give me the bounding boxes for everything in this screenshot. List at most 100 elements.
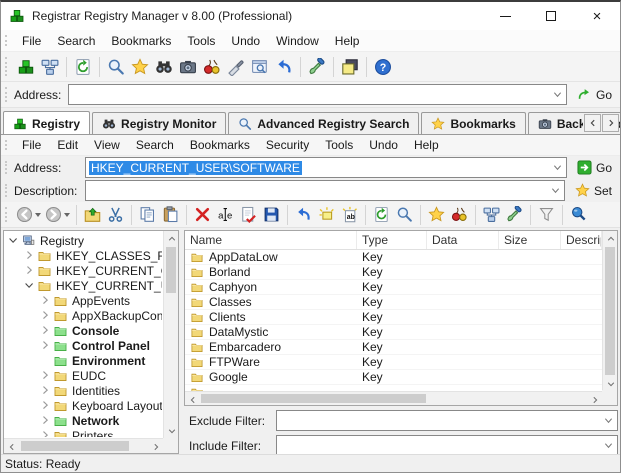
tree-item[interactable]: Console — [6, 323, 162, 338]
scrollbar-thumb[interactable] — [201, 394, 426, 403]
table-row[interactable]: FTPWareKey — [185, 355, 602, 370]
collapse-chevron-icon[interactable] — [7, 234, 20, 247]
main-go-button[interactable]: Go — [574, 87, 615, 102]
chevron-down-icon[interactable] — [600, 441, 617, 450]
expand-chevron-icon[interactable] — [39, 324, 52, 337]
registry-menu-edit[interactable]: Edit — [49, 135, 86, 155]
tree-item[interactable]: Network — [6, 413, 162, 428]
tree-item[interactable]: HKEY_CURRENT_USER — [6, 278, 162, 293]
filter-button[interactable] — [535, 204, 558, 226]
refresh-button[interactable] — [71, 55, 95, 79]
expand-chevron-icon[interactable] — [39, 429, 52, 437]
exclude-filter-combobox[interactable] — [276, 410, 618, 431]
expand-chevron-icon[interactable] — [39, 414, 52, 427]
toolbar-gripper[interactable] — [5, 207, 7, 222]
menu-undo[interactable]: Undo — [223, 30, 268, 51]
search-button[interactable] — [393, 204, 416, 226]
table-vertical-scrollbar[interactable] — [602, 231, 617, 391]
description-combobox[interactable] — [85, 180, 565, 201]
chevron-down-icon[interactable] — [549, 90, 566, 99]
registry-menu-tools[interactable]: Tools — [317, 135, 361, 155]
save-button[interactable] — [260, 204, 283, 226]
chevron-down-icon[interactable] — [549, 163, 566, 172]
tree-item[interactable]: HKEY_CLASSES_ROOT — [6, 248, 162, 263]
set-description-button[interactable]: Set — [572, 183, 615, 198]
registry-monitor-button[interactable] — [152, 55, 176, 79]
tree-horizontal-scrollbar[interactable] — [4, 438, 163, 453]
menu-search[interactable]: Search — [49, 30, 103, 51]
expand-chevron-icon[interactable] — [39, 369, 52, 382]
scroll-up-icon[interactable] — [603, 231, 618, 246]
registry-menu-search[interactable]: Search — [128, 135, 182, 155]
remote-tools-button[interactable] — [503, 204, 526, 226]
cut-button[interactable] — [104, 204, 127, 226]
include-filter-combobox[interactable] — [276, 435, 618, 456]
main-address-combobox[interactable] — [68, 84, 567, 105]
copy-button[interactable] — [136, 204, 159, 226]
pin-button[interactable] — [567, 204, 590, 226]
close-button[interactable]: × — [574, 2, 620, 30]
table-row[interactable]: ClassesKey — [185, 295, 602, 310]
scroll-down-icon[interactable] — [603, 376, 618, 391]
toolbar-gripper[interactable] — [5, 140, 7, 150]
tree-item[interactable]: AppXBackupContentTypes — [6, 308, 162, 323]
tree-item[interactable]: Environment — [6, 353, 162, 368]
tree-item[interactable]: Keyboard Layout — [6, 398, 162, 413]
rename-button[interactable]: ae — [214, 204, 237, 226]
table-row[interactable]: GoogleKey — [185, 370, 602, 385]
forward-button[interactable] — [43, 204, 72, 226]
column-header-description[interactable]: Description — [561, 231, 602, 249]
tree-item[interactable]: Registry — [6, 233, 162, 248]
undo-button[interactable] — [272, 55, 296, 79]
table-row[interactable]: CaphyonKey — [185, 280, 602, 295]
backup-button[interactable] — [176, 55, 200, 79]
table-row[interactable]: AppDataLowKey — [185, 250, 602, 265]
network-button[interactable] — [480, 204, 503, 226]
table-row[interactable]: ClientsKey — [185, 310, 602, 325]
new-value-button[interactable]: ab — [338, 204, 361, 226]
tab-scroll-right-icon[interactable] — [602, 114, 619, 132]
toolbar-gripper[interactable] — [5, 161, 7, 174]
tree-item[interactable]: Control Panel — [6, 338, 162, 353]
scroll-down-icon[interactable] — [164, 423, 179, 438]
tab-registry[interactable]: Registry — [3, 111, 90, 135]
expand-chevron-icon[interactable] — [39, 399, 52, 412]
search-preview-button[interactable] — [248, 55, 272, 79]
scroll-right-icon[interactable] — [587, 392, 602, 406]
tab-bookmarks[interactable]: Bookmarks — [421, 112, 525, 134]
scroll-up-icon[interactable] — [164, 231, 179, 246]
tab-scroll-left-icon[interactable] — [584, 114, 601, 132]
table-row[interactable]: BorlandKey — [185, 265, 602, 280]
table-horizontal-scrollbar[interactable] — [185, 391, 602, 405]
search-button[interactable] — [104, 55, 128, 79]
table-row[interactable]: DataMysticKey — [185, 325, 602, 340]
toolbar-gripper[interactable] — [5, 87, 7, 102]
registry-editor-button[interactable] — [14, 55, 38, 79]
registry-menu-view[interactable]: View — [86, 135, 128, 155]
registry-go-button[interactable]: Go — [574, 160, 615, 175]
tree-item[interactable]: HKEY_CURRENT_CONFIG — [6, 263, 162, 278]
column-header-type[interactable]: Type — [357, 231, 427, 249]
tree-item[interactable]: Identities — [6, 383, 162, 398]
tree-item[interactable]: AppEvents — [6, 293, 162, 308]
add-bookmark-button[interactable] — [425, 204, 448, 226]
windows-button[interactable] — [338, 55, 362, 79]
remote-tools-button[interactable] — [305, 55, 329, 79]
tab-advanced-registry-search[interactable]: Advanced Registry Search — [228, 112, 419, 134]
toolbar-gripper[interactable] — [5, 57, 7, 76]
scroll-left-icon[interactable] — [185, 392, 200, 406]
menu-tools[interactable]: Tools — [179, 30, 223, 51]
tree-item[interactable]: Printers — [6, 428, 162, 437]
undo-button[interactable] — [292, 204, 315, 226]
toolbar-gripper[interactable] — [5, 35, 7, 46]
scroll-right-icon[interactable] — [148, 439, 163, 454]
expand-chevron-icon[interactable] — [23, 264, 36, 277]
menu-bookmarks[interactable]: Bookmarks — [103, 30, 179, 51]
registry-address-value[interactable]: HKEY_CURRENT_USER\SOFTWARE — [89, 161, 302, 175]
expand-chevron-icon[interactable] — [39, 339, 52, 352]
new-key-button[interactable] — [315, 204, 338, 226]
tree-item[interactable]: EUDC — [6, 368, 162, 383]
column-header-size[interactable]: Size — [499, 231, 561, 249]
collapse-chevron-icon[interactable] — [23, 279, 36, 292]
menu-file[interactable]: File — [14, 30, 49, 51]
